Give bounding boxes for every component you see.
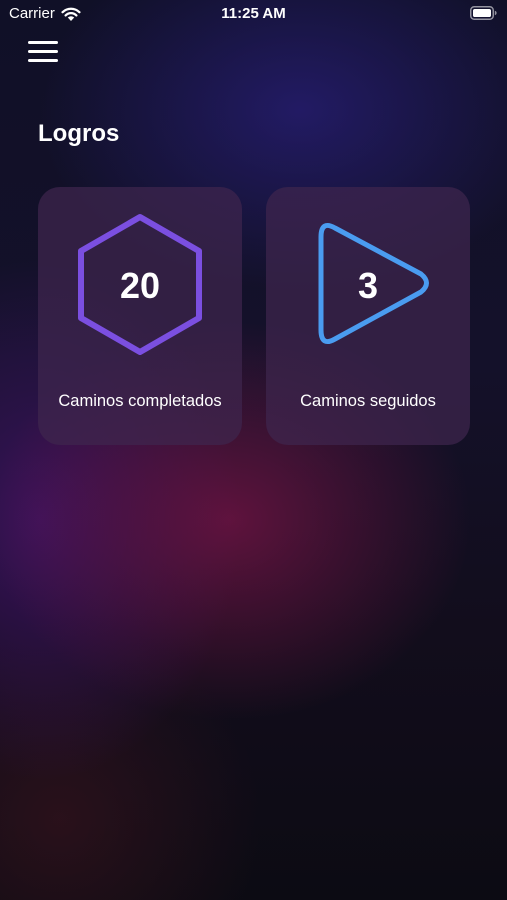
hamburger-menu-icon[interactable] [28, 39, 59, 65]
completed-label: Caminos completados [58, 392, 222, 410]
page-title: Logros [38, 120, 120, 147]
menu-line [28, 41, 58, 44]
menu-line [28, 59, 58, 62]
followed-count: 3 [357, 265, 379, 306]
menu-line [28, 50, 58, 53]
followed-label: Caminos seguidos [300, 392, 436, 410]
achievement-card-followed[interactable]: 3 Caminos seguidos [266, 187, 470, 445]
battery-icon [470, 6, 497, 20]
status-time: 11:25 AM [221, 5, 286, 22]
status-bar: Carrier 11:25 AM [0, 0, 507, 28]
completed-count: 20 [119, 265, 161, 306]
achievement-card-completed[interactable]: 20 Caminos completados [38, 187, 242, 445]
